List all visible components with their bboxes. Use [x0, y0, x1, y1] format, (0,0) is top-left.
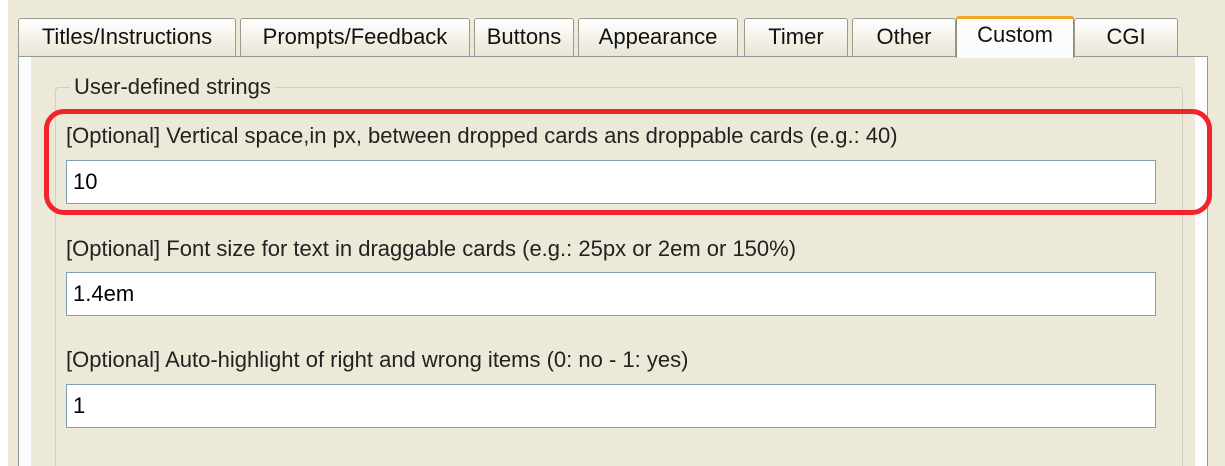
tab-timer[interactable]: Timer [744, 18, 848, 56]
tab-other[interactable]: Other [852, 18, 956, 56]
tab-buttons[interactable]: Buttons [474, 18, 574, 56]
tab-prompts-feedback[interactable]: Prompts/Feedback [240, 18, 470, 56]
group-title: User-defined strings [70, 72, 275, 102]
auto-highlight-label: [Optional] Auto-highlight of right and w… [66, 347, 689, 372]
font-size-label: [Optional] Font size for text in draggab… [66, 236, 797, 261]
font-size-input[interactable] [66, 272, 1156, 316]
tab-custom[interactable]: Custom [956, 16, 1074, 58]
tab-bar: Titles/Instructions Prompts/Feedback But… [18, 16, 1188, 58]
auto-highlight-input[interactable] [66, 384, 1156, 428]
tab-cgi[interactable]: CGI [1074, 18, 1178, 56]
settings-window: Titles/Instructions Prompts/Feedback But… [8, 0, 1225, 466]
vertical-space-input[interactable] [66, 160, 1156, 204]
tab-titles-instructions[interactable]: Titles/Instructions [18, 18, 236, 56]
tab-appearance[interactable]: Appearance [578, 18, 738, 56]
vertical-space-label: [Optional] Vertical space,in px, between… [66, 123, 898, 148]
